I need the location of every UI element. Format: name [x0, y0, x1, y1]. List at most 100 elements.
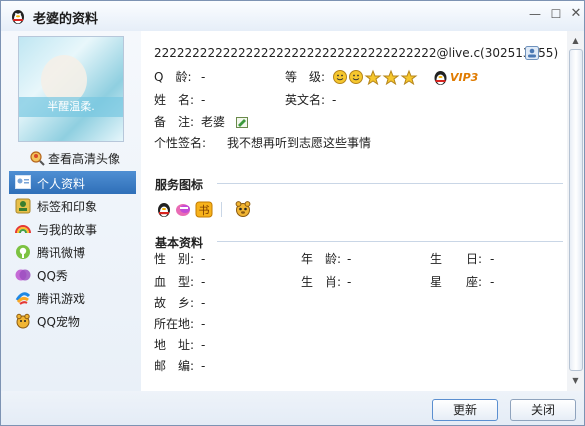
avatar-banner-text: 半醒温柔.: [19, 97, 123, 117]
location-value: -: [201, 317, 206, 331]
sidebar-item-weibo[interactable]: 腾讯微博: [9, 240, 136, 263]
birthday-label: 生 日:: [430, 252, 483, 266]
name-row: 姓 名: -: [154, 91, 284, 109]
weibo-icon: [16, 245, 30, 259]
close-button[interactable]: 关闭: [510, 399, 576, 421]
section-divider: [217, 241, 563, 242]
qq-age-row: Q 龄: -: [154, 68, 284, 86]
location-label: 所在地:: [154, 317, 195, 331]
basic-info-title: 基本资料: [155, 236, 204, 250]
qq-penguin-icon: [12, 10, 24, 24]
sidebar-item-our-story[interactable]: 与我的故事: [9, 217, 136, 240]
svg-text:书: 书: [199, 204, 210, 217]
pet-icon: [16, 313, 30, 329]
scroll-up-icon[interactable]: ▲: [568, 33, 583, 48]
edit-remark-icon[interactable]: [236, 117, 248, 128]
sidebar: 半醒温柔. 查看高清头像 个人资料 标签和印象 与我的故事 腾讯微博 QQ秀 腾…: [1, 31, 141, 391]
avatar[interactable]: 半醒温柔.: [18, 36, 124, 142]
qq-age-value: -: [201, 70, 206, 84]
refresh-button[interactable]: 更新: [432, 399, 498, 421]
qq-show-service-icon[interactable]: [175, 201, 193, 218]
gender-label: 性 别:: [154, 252, 195, 266]
birthday-row: 生 日: -: [430, 250, 560, 268]
contact-card-icon[interactable]: [525, 46, 539, 60]
constellation-label: 星 座:: [430, 275, 483, 289]
sidebar-item-label: 标签和印象: [37, 200, 98, 214]
vip-badge[interactable]: VIP3: [450, 69, 490, 87]
qq-age-label: Q 龄:: [154, 70, 192, 84]
sidebar-item-label: 腾讯游戏: [37, 292, 86, 306]
service-icons-separator: [221, 202, 222, 217]
english-name-label: 英文名:: [285, 93, 326, 107]
email-value: 2222222222222222222222222222222222222@li…: [154, 46, 559, 60]
gender-row: 性 别: -: [154, 250, 294, 268]
age-row: 年 龄: -: [301, 250, 421, 268]
section-divider: [217, 183, 563, 184]
postcode-row: 邮 编: -: [154, 357, 294, 375]
blood-type-row: 血 型: -: [154, 273, 294, 291]
profile-content: 2222222222222222222222222222222222222@li…: [141, 31, 567, 391]
address-label: 地 址:: [154, 338, 195, 352]
chinese-zodiac-value: -: [347, 275, 352, 289]
postcode-value: -: [201, 359, 206, 373]
gender-value: -: [201, 252, 206, 266]
sidebar-item-personal-info[interactable]: 个人资料: [9, 171, 136, 194]
address-value: -: [201, 338, 206, 352]
level-badges-icon[interactable]: [333, 69, 429, 85]
sidebar-item-games[interactable]: 腾讯游戏: [9, 286, 136, 309]
view-hd-avatar-label: 查看高清头像: [48, 152, 121, 166]
qq-pet-service-icon[interactable]: [234, 200, 252, 218]
id-card-icon: [15, 175, 31, 189]
vip-level-text: VIP3: [450, 71, 479, 84]
remark-row: 备 注: 老婆: [154, 113, 284, 131]
chinese-zodiac-row: 生 肖: -: [301, 273, 421, 291]
close-window-button[interactable]: ✕: [564, 4, 585, 24]
age-value: -: [347, 252, 352, 266]
chinese-zodiac-label: 生 肖:: [301, 275, 342, 289]
birthday-value: -: [490, 252, 495, 266]
signature-label: 个性签名:: [154, 136, 207, 150]
sidebar-item-qqshow[interactable]: QQ秀: [9, 263, 136, 286]
magnifier-avatar-icon: [30, 151, 45, 166]
service-icons-title: 服务图标: [155, 178, 204, 192]
rainbow-icon: [15, 225, 31, 234]
english-name-row: 英文名: -: [285, 91, 485, 109]
sidebar-item-label: 个人资料: [37, 177, 86, 191]
english-name-value: -: [332, 93, 337, 107]
location-row: 所在地: -: [154, 315, 294, 333]
sidebar-item-label: 与我的故事: [37, 223, 98, 237]
constellation-value: -: [490, 275, 495, 289]
title-bar[interactable]: 老婆的资料 — ☐ ✕: [1, 1, 584, 31]
hometown-label: 故 乡:: [154, 296, 195, 310]
postcode-label: 邮 编:: [154, 359, 195, 373]
name-label: 姓 名:: [154, 93, 195, 107]
hometown-value: -: [201, 296, 206, 310]
scroll-down-icon[interactable]: ▼: [568, 373, 583, 388]
remark-value: 老婆: [201, 115, 226, 129]
blood-type-value: -: [201, 275, 206, 289]
view-hd-avatar-link[interactable]: 查看高清头像: [29, 149, 139, 167]
remark-label: 备 注:: [154, 115, 195, 129]
dialog-footer: 更新 关闭: [1, 391, 584, 425]
sidebar-item-tags[interactable]: 标签和印象: [9, 194, 136, 217]
level-label: 等 级:: [285, 70, 326, 84]
qq-vip-penguin-icon: [434, 71, 447, 85]
age-label: 年 龄:: [301, 252, 342, 266]
tag-icon: [15, 198, 31, 214]
qq-reading-service-icon[interactable]: 书: [195, 201, 213, 218]
constellation-row: 星 座: -: [430, 273, 560, 291]
sidebar-item-label: QQ宠物: [37, 315, 80, 329]
address-row: 地 址: -: [154, 336, 294, 354]
sidebar-item-label: 腾讯微博: [37, 246, 86, 260]
blood-type-label: 血 型:: [154, 275, 195, 289]
window-title: 老婆的资料: [33, 12, 99, 27]
signature-row: 个性签名: 我不想再听到志愿这些事情: [154, 134, 554, 152]
sidebar-item-pet[interactable]: QQ宠物: [9, 309, 136, 332]
name-value: -: [201, 93, 206, 107]
qq-member-service-icon[interactable]: [155, 200, 173, 218]
scrollbar-thumb[interactable]: [569, 49, 583, 371]
profile-window: 老婆的资料 — ☐ ✕ 半醒温柔. 查看高清头像 个人资料 标签和印象 与我的故…: [0, 0, 585, 426]
sidebar-nav: 个人资料 标签和印象 与我的故事 腾讯微博 QQ秀 腾讯游戏 QQ宠物: [9, 171, 136, 332]
game-icon: [15, 292, 31, 305]
vertical-scrollbar[interactable]: ▲ ▼: [567, 31, 584, 391]
